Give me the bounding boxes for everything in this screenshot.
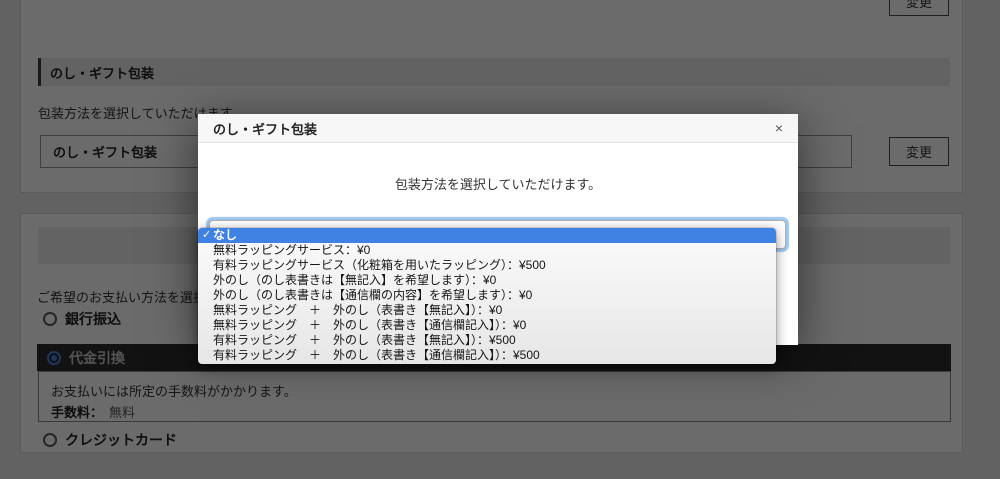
dropdown-option[interactable]: 外のし（のし表書きは【無記入】を希望します）：¥0	[198, 273, 776, 288]
checkmark-icon: ✓	[202, 228, 211, 243]
dropdown-option[interactable]: 有料ラッピング ＋ 外のし（表書き【無記入】）：¥500	[198, 333, 776, 348]
dropdown-option[interactable]: 無料ラッピングサービス：¥0	[198, 243, 776, 258]
dropdown-option[interactable]: 外のし（のし表書きは【通信欄の内容】を希望します）：¥0	[198, 288, 776, 303]
dropdown-option[interactable]: 有料ラッピングサービス（化粧箱を用いたラッピング）：¥500	[198, 258, 776, 273]
wrapping-method-dropdown-list: ✓なし無料ラッピングサービス：¥0有料ラッピングサービス（化粧箱を用いたラッピン…	[198, 228, 776, 364]
close-icon[interactable]: ×	[775, 121, 783, 135]
modal-title: のし・ギフト包装	[213, 119, 317, 138]
page-background: 変更 のし・ギフト包装 包装方法を選択していただけます。 のし・ギフト包装 変更…	[0, 0, 1000, 479]
modal-message: 包装方法を選択していただけます。	[198, 174, 798, 193]
dropdown-option[interactable]: 有料ラッピング ＋ 外のし（表書き【通信欄記入】）：¥500	[198, 348, 776, 363]
dropdown-option[interactable]: 無料ラッピング ＋ 外のし（表書き【通信欄記入】）：¥0	[198, 318, 776, 333]
dropdown-option[interactable]: 無料ラッピング ＋ 外のし（表書き【無記入】）：¥0	[198, 303, 776, 318]
dropdown-option[interactable]: ✓なし	[198, 228, 776, 243]
modal-header: のし・ギフト包装 ×	[198, 114, 798, 143]
